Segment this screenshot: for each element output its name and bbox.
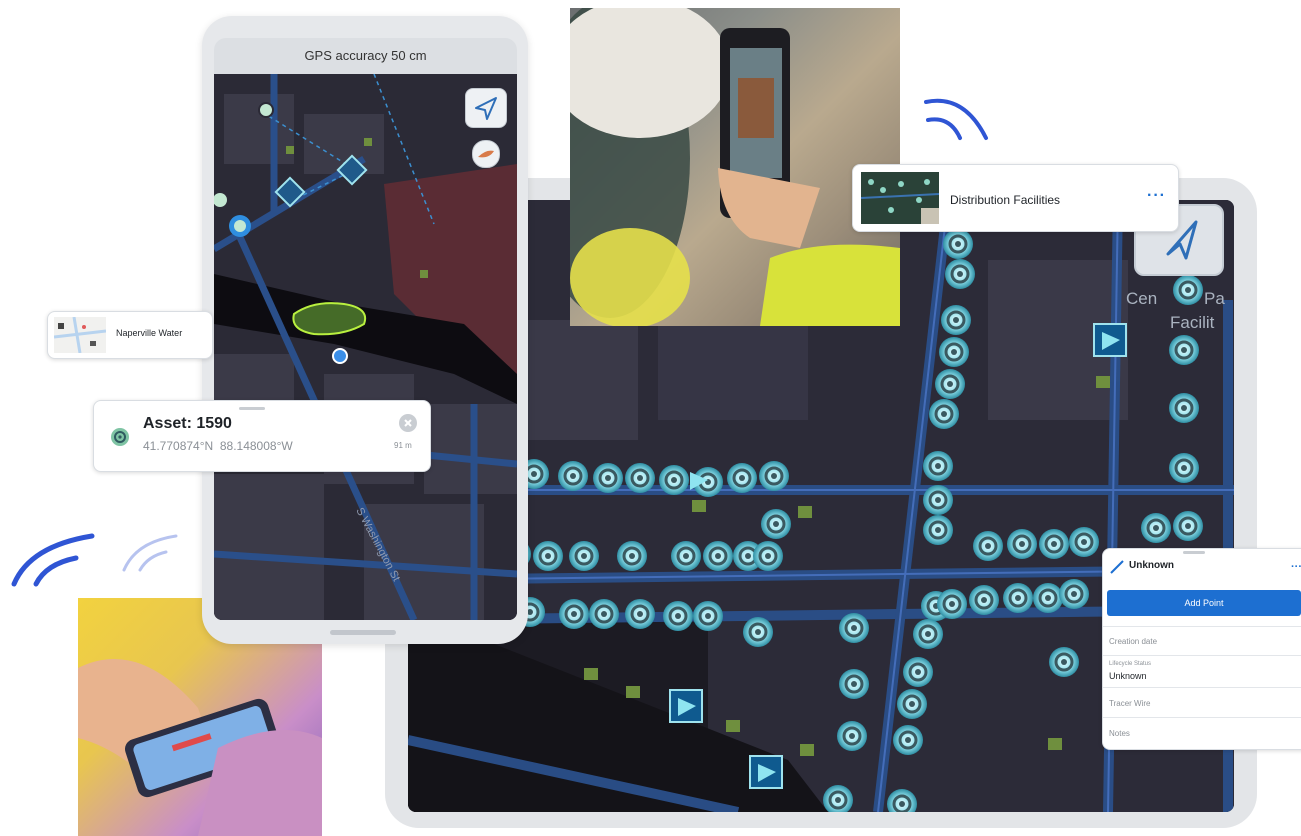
divider [1103, 655, 1301, 656]
field-tracer-wire[interactable]: Tracer Wire [1109, 699, 1150, 708]
manhole-asset-icon [111, 428, 129, 446]
gps-status-bar: GPS accuracy 50 cm [214, 38, 517, 74]
drag-handle[interactable] [1183, 551, 1205, 554]
basemap-button[interactable] [472, 140, 500, 168]
worker-photo [570, 8, 900, 326]
phone-map-view[interactable]: S Washington St [214, 74, 517, 620]
selected-area-polygon [292, 302, 366, 336]
field-lifecycle-label: Lifecycle Status [1109, 661, 1152, 667]
wifi-signal-icon [924, 98, 988, 140]
navigation-arrow-icon [475, 97, 497, 120]
wifi-signal-icon [11, 533, 95, 587]
field-creation-date[interactable]: Creation date [1109, 637, 1157, 646]
feature-form-panel[interactable]: Unknown ··· Add Point Creation date Life… [1102, 548, 1301, 750]
layer-thumbnail [861, 172, 939, 224]
line-feature-icon [1110, 560, 1124, 574]
layer-title: Distribution Facilities [950, 193, 1061, 207]
map-thumbnail [54, 317, 106, 353]
map-label-line2: Facilit [1170, 313, 1215, 332]
worker-photo-illustration [570, 8, 900, 326]
feature-title: Unknown [1129, 560, 1174, 571]
map-thumbnail-card[interactable]: Naperville Water [47, 311, 213, 359]
map-label-line1b: Pa [1204, 289, 1225, 308]
wifi-signal-faded-icon [122, 534, 178, 572]
close-icon [404, 419, 412, 427]
locate-button[interactable] [465, 88, 507, 128]
basemap-layers-icon [478, 150, 494, 158]
divider [1103, 626, 1301, 627]
field-lifecycle-value[interactable]: Unknown [1109, 671, 1147, 681]
asset-popup-card[interactable]: Asset: 1590 41.770874°N 88.148008°W 91 m [93, 400, 431, 472]
current-location-dot [332, 348, 348, 364]
add-point-button[interactable]: Add Point [1107, 590, 1301, 616]
asset-coordinates: 41.770874°N 88.148008°W [143, 439, 293, 453]
asset-distance: 91 m [394, 441, 412, 450]
drag-handle[interactable] [239, 407, 265, 410]
asset-title: Asset: 1590 [143, 415, 232, 432]
field-notes[interactable]: Notes [1109, 729, 1130, 738]
map-title: Naperville Water [116, 328, 183, 338]
close-button[interactable] [399, 414, 417, 432]
more-options-icon[interactable]: ··· [1147, 187, 1166, 205]
map-label-line1: Cen [1126, 289, 1157, 308]
phone-home-indicator [330, 630, 396, 635]
divider [1103, 687, 1301, 688]
more-options-icon[interactable]: ··· [1291, 561, 1301, 573]
divider [1103, 717, 1301, 718]
layer-card[interactable]: Distribution Facilities ··· [852, 164, 1179, 232]
